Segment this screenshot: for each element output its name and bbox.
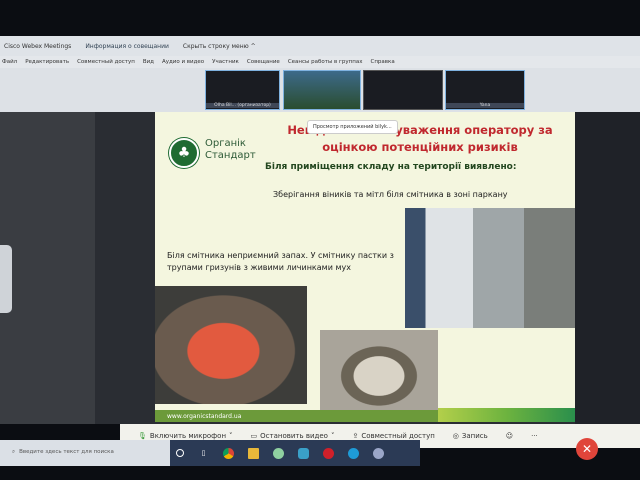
menu-breakout[interactable]: Сеансы работы в группах: [288, 59, 363, 65]
menu-edit[interactable]: Редактировать: [25, 59, 69, 65]
right-panel: [575, 112, 640, 424]
reactions-button[interactable]: ☺: [506, 432, 513, 440]
shared-slide: ♣ ОрганікСтандарт Невідуваження оператор…: [155, 112, 575, 422]
meeting-info-button[interactable]: Информация о совещании: [85, 43, 169, 50]
video-label: Остановить видео: [260, 432, 328, 440]
slide-point: Зберігання віників та мітл біля смітника…: [273, 190, 508, 199]
fence-photo: [405, 208, 575, 328]
edge-icon[interactable]: [348, 447, 359, 459]
record-label: Запись: [461, 432, 488, 440]
participant-name: Olha Bil... (организатор): [206, 103, 279, 108]
trash-photo: [155, 286, 307, 404]
participant-strip: Olha Bil... (организатор) Yana: [0, 68, 640, 112]
trap-photo: [320, 330, 438, 422]
cortana-icon[interactable]: [176, 449, 184, 457]
microphone-icon: 🎙: [138, 432, 147, 440]
slide-subtitle: Біля приміщення складу на території вияв…: [265, 162, 517, 172]
menu-participant[interactable]: Участник: [212, 59, 239, 65]
hide-menu-button[interactable]: Скрыть строку меню ^: [183, 43, 256, 50]
footer-decoration: [438, 408, 575, 422]
file-explorer-icon[interactable]: [248, 447, 259, 459]
mute-button[interactable]: 🎙 Включить микрофон ˅: [138, 432, 233, 440]
participant-video[interactable]: [283, 70, 361, 110]
viber-icon[interactable]: [373, 447, 384, 459]
search-placeholder: Введите здесь текст для поиска: [19, 449, 114, 455]
share-label: Совместный доступ: [361, 432, 435, 440]
title-bar: Cisco Webex Meetings Информация о совеща…: [0, 36, 640, 56]
more-button[interactable]: ···: [531, 432, 538, 440]
menu-meeting[interactable]: Совещание: [247, 59, 280, 65]
participant-video[interactable]: Yana: [445, 70, 525, 110]
menu-audio-video[interactable]: Аудио и видео: [162, 59, 204, 65]
taskbar-search[interactable]: ⌕ Введите здесь текст для поиска: [8, 443, 168, 461]
share-icon: ⇪: [352, 432, 359, 440]
brand-logo-text: Органік Стандарт: [205, 138, 256, 161]
zoom-icon[interactable]: [298, 447, 309, 459]
menu-file[interactable]: Файл: [2, 59, 17, 65]
camera-icon: ▭: [250, 432, 258, 440]
webex-icon[interactable]: [273, 447, 284, 459]
chrome-icon[interactable]: [223, 447, 234, 459]
tooltip: Просмотр приложений bilyk...: [307, 120, 398, 134]
search-icon: ⌕: [12, 448, 16, 455]
participant-name: Yana: [446, 103, 524, 108]
slide-point: Біля смітника неприємний запах. У смітни…: [167, 251, 394, 272]
task-view-icon[interactable]: ▯: [198, 448, 209, 459]
menu-view[interactable]: Вид: [143, 59, 154, 65]
mute-label: Включить микрофон: [149, 432, 227, 440]
menu-bar: Файл Редактировать Совместный доступ Вид…: [0, 56, 640, 68]
annotation-toolbar[interactable]: [0, 245, 12, 313]
windows-taskbar: ⌕ Введите здесь текст для поиска ▯: [0, 440, 420, 466]
app-title: Cisco Webex Meetings: [4, 42, 72, 50]
tree-logo-icon: ♣: [169, 138, 199, 168]
menu-help[interactable]: Справка: [370, 59, 394, 65]
opera-icon[interactable]: [323, 447, 334, 459]
smiley-icon: ☺: [505, 432, 514, 440]
menu-share[interactable]: Совместный доступ: [77, 59, 135, 65]
record-button[interactable]: ◎ Запись: [453, 432, 488, 440]
share-button[interactable]: ⇪ Совместный доступ: [352, 432, 434, 440]
participant-video[interactable]: [363, 70, 443, 110]
leave-meeting-button[interactable]: ✕: [576, 438, 598, 460]
stop-video-button[interactable]: ▭ Остановить видео ˅: [251, 432, 335, 440]
participant-video[interactable]: Olha Bil... (организатор): [205, 70, 280, 110]
left-panel: [0, 112, 95, 424]
record-icon: ◎: [452, 432, 459, 440]
